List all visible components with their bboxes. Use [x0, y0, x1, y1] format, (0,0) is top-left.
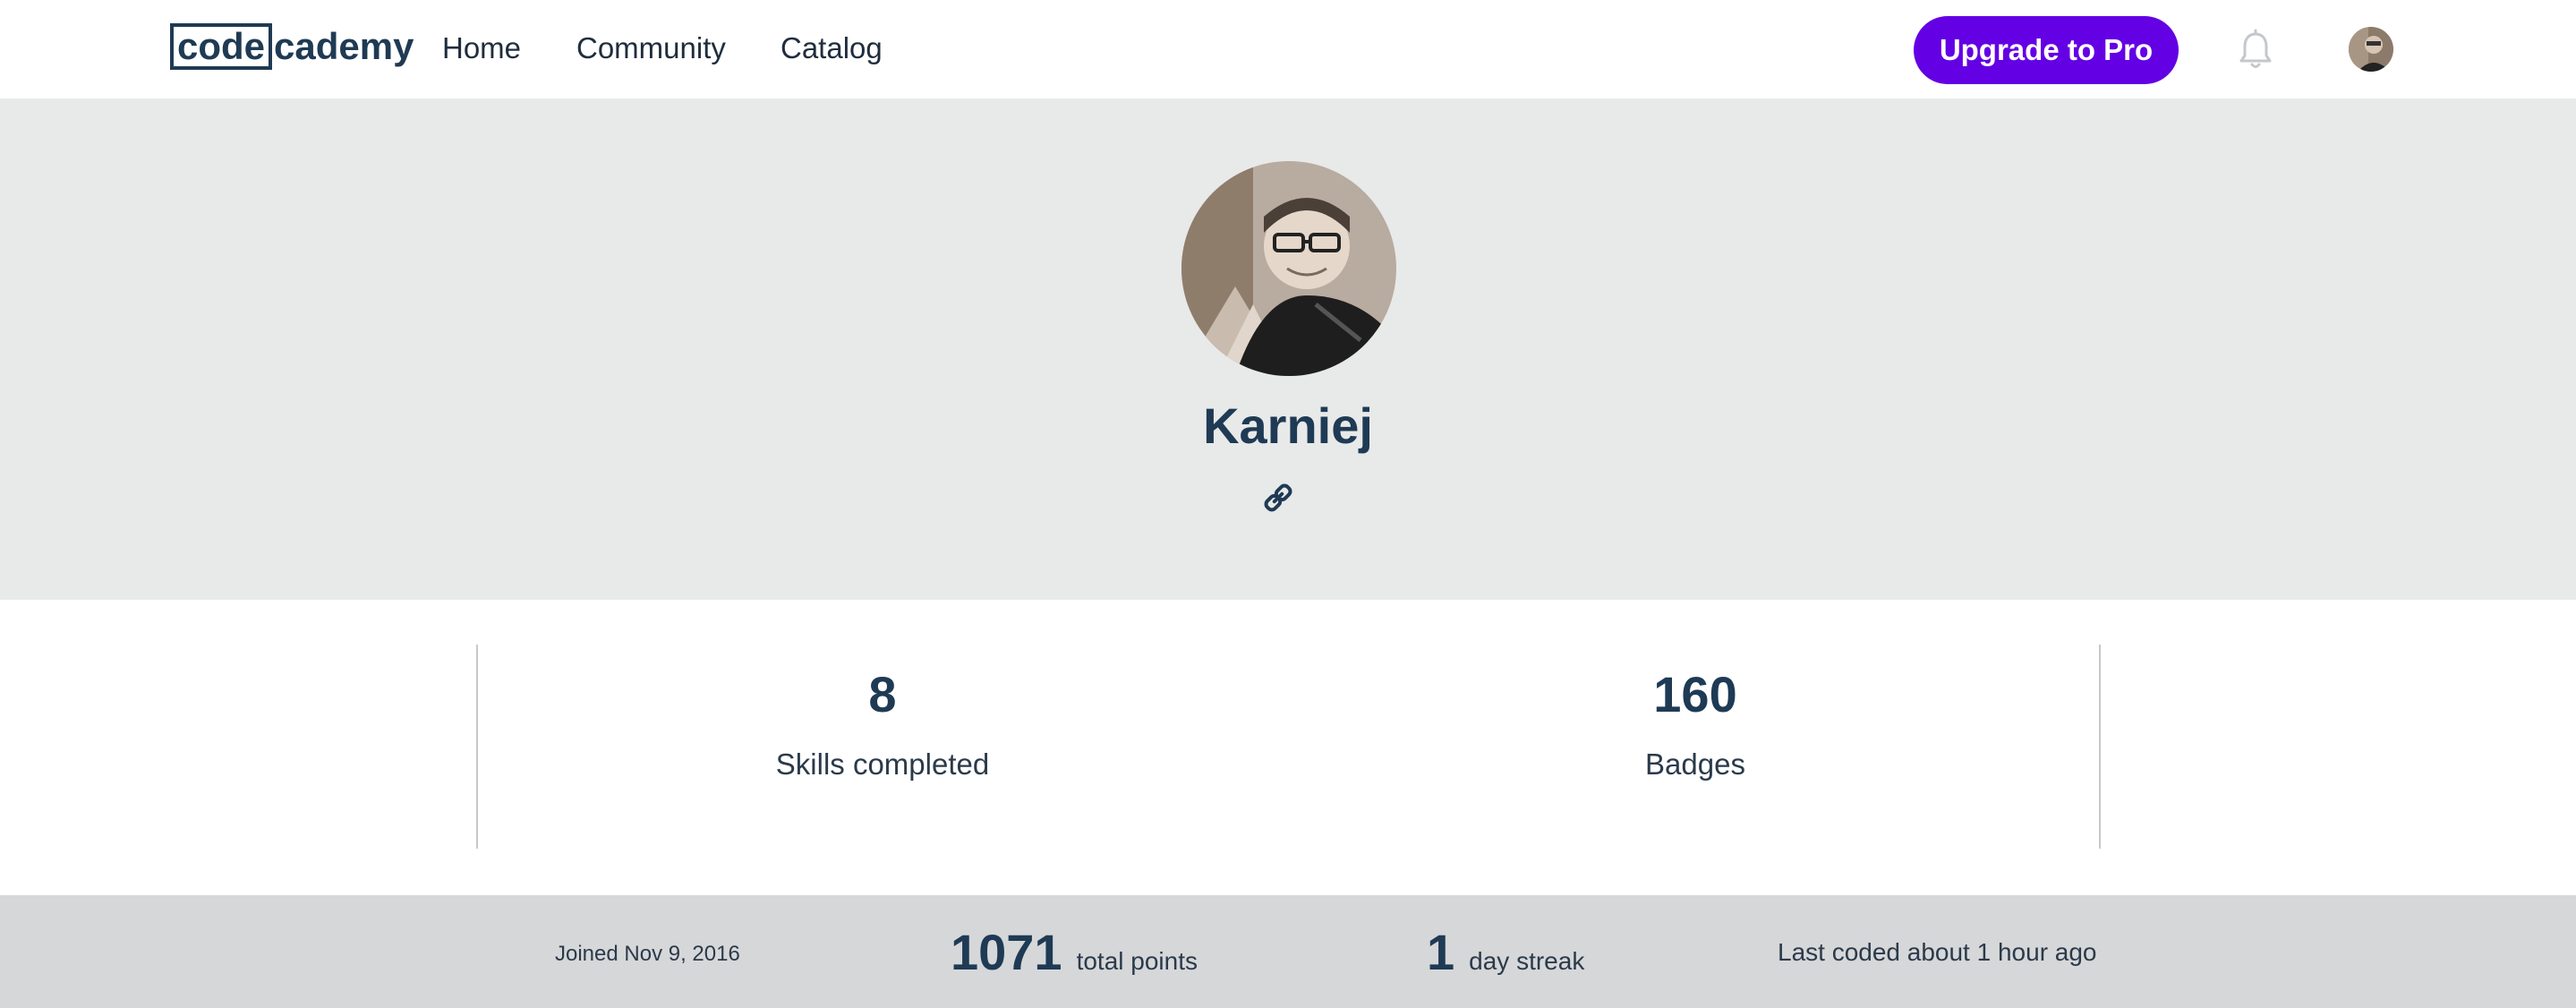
- profile-username: Karniej: [1203, 397, 1373, 454]
- codecademy-logo[interactable]: code cademy: [170, 21, 414, 72]
- points-value: 1071: [951, 924, 1062, 980]
- link-icon[interactable]: [1262, 482, 1294, 514]
- joined-date: Joined Nov 9, 2016: [555, 942, 740, 966]
- top-navbar: code cademy Home Community Catalog Upgra…: [0, 0, 2576, 98]
- streak-value: 1: [1427, 924, 1455, 980]
- logo-cademy-text: cademy: [274, 25, 414, 67]
- nav-community-link[interactable]: Community: [576, 29, 726, 68]
- upgrade-to-pro-button[interactable]: Upgrade to Pro: [1914, 16, 2179, 84]
- bell-icon[interactable]: [2236, 29, 2275, 72]
- streak-label: day streak: [1469, 947, 1585, 975]
- profile-avatar: [1181, 161, 1396, 376]
- skills-count: 8: [868, 666, 897, 722]
- nav-catalog-link[interactable]: Catalog: [780, 29, 883, 68]
- stats-divider-right: [2099, 645, 2101, 849]
- nav-home-link[interactable]: Home: [442, 29, 521, 68]
- stat-badges: 160 Badges: [1471, 662, 1919, 784]
- stats-divider-left: [476, 645, 478, 849]
- activity-bar: Joined Nov 9, 2016 1071 total points 1 d…: [0, 895, 2576, 1008]
- last-coded-status: Last coded about 1 hour ago: [1778, 938, 2097, 966]
- stat-skills-completed: 8 Skills completed: [659, 662, 1106, 784]
- day-streak: 1 day streak: [1427, 924, 1584, 981]
- skills-label: Skills completed: [775, 747, 990, 781]
- user-avatar[interactable]: [2349, 27, 2393, 72]
- total-points: 1071 total points: [951, 924, 1198, 981]
- stats-section: 8 Skills completed 160 Badges: [0, 600, 2576, 895]
- badges-count: 160: [1653, 666, 1737, 722]
- profile-hero: Karniej: [0, 98, 2576, 600]
- points-label: total points: [1076, 947, 1198, 975]
- logo-code-box: code: [170, 23, 273, 70]
- badges-label: Badges: [1645, 747, 1745, 781]
